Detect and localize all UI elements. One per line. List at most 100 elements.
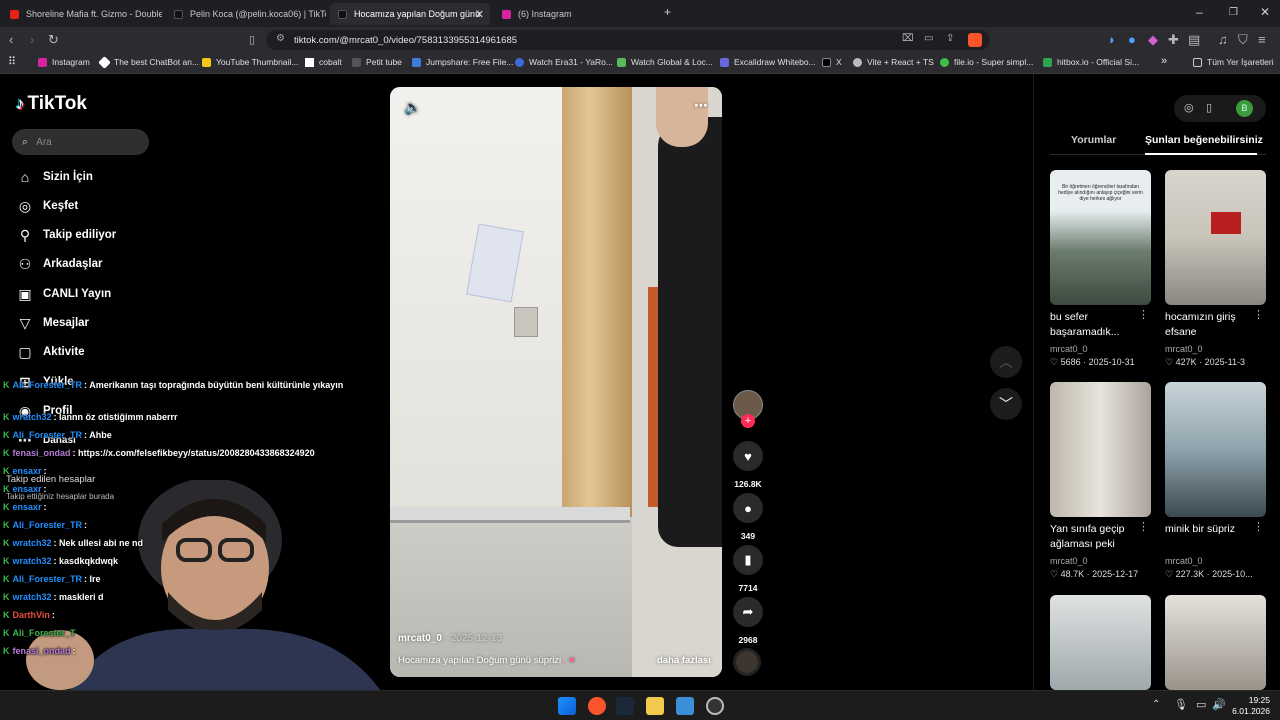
nav-label: Sizin İçin [43,171,93,183]
kick-badge-icon: K [3,380,10,390]
bookmark-jumpshare[interactable]: Jumpshare: Free File... [412,57,513,67]
bookmark-chatbot[interactable]: The best ChatBot an... [98,55,199,69]
bookmark-x[interactable]: X [822,57,842,67]
tab-title: Hocamıza yapılan Doğum günü [354,9,481,19]
chat-message: K Ali_Forester_TR: Ire [3,574,101,584]
card-more-icon[interactable]: ⋮ [1253,308,1264,321]
phone-icon[interactable]: ▯ [1206,101,1212,114]
card-more-icon[interactable]: ⋮ [1138,520,1149,533]
author-avatar[interactable]: + [733,390,763,428]
share-button[interactable]: ➦ 2968 [733,597,763,645]
bookmark-global-local[interactable]: Watch Global & Loc... [617,57,713,67]
nav-live[interactable]: ▣ CANLI Yayın [16,284,111,304]
obs-icon[interactable] [706,697,724,715]
card-user: mrcat0_0 [1050,556,1088,566]
nav-following[interactable]: ⚲ Takip ediliyor [16,225,116,245]
suggestion-card[interactable]: ⋮ hocamızın giriş efsane mrcat0_0 ♡ 427K… [1165,170,1266,368]
search-input[interactable]: ⌕ Ara [12,129,149,155]
all-bookmarks[interactable]: Tüm Yer İşaretleri [1193,57,1274,67]
reload-icon[interactable]: ↻ [48,32,59,48]
bookmark-fileio[interactable]: file.io - Super simpl... [940,57,1033,67]
tiktok-logo[interactable]: ♪ TikTok [16,93,87,115]
comment-button[interactable]: ● 349 [733,493,763,541]
site-info-icon[interactable]: ⚙ [276,33,285,44]
minimize-icon[interactable]: – [1196,5,1203,19]
bookmark-cobalt[interactable]: cobalt [305,57,342,67]
tab-instagram[interactable]: (6) Instagram [494,3,654,25]
suggestion-card[interactable]: ⋮ minik bir süpriz mrcat0_0 ♡ 227.3K · 2… [1165,382,1266,580]
forward-icon[interactable]: › [30,32,34,47]
tab-youtube[interactable]: Shoreline Mafia ft. Gizmo - Double Sh [2,3,162,25]
follow-plus-icon[interactable]: + [741,414,755,428]
bookmark-vite[interactable]: Vite + React + TS [853,57,934,67]
bookmark-petit-tube[interactable]: Petit tube [352,57,402,67]
video-player[interactable]: 🔈 ⋯ mrcat0_0 · 2025-12-13 Hocamıza yapıl… [390,87,722,677]
tab-tiktok-video[interactable]: Hocamıza yapılan Doğum günü ✕ [330,3,490,25]
nav-explore[interactable]: ◎ Keşfet [16,196,78,216]
steam-icon[interactable] [616,697,634,715]
nav-activity[interactable]: ▢ Aktivite [16,342,84,362]
video-more-icon[interactable]: ⋯ [694,97,708,114]
vpn-icon[interactable]: ● [1128,32,1136,47]
tiktok-icon [338,9,347,19]
next-video-button[interactable]: ﹀ [990,388,1022,420]
wallet-icon[interactable]: ◗ [1108,32,1116,47]
card-likes: 5686 [1060,357,1081,367]
card-more-icon[interactable]: ⋮ [1138,308,1149,321]
nav-for-you[interactable]: ⌂ Sizin İçin [16,167,93,187]
video-more-button[interactable]: daha fazlası [657,655,711,666]
sound-disc[interactable] [733,648,763,676]
maximize-icon[interactable]: ❐ [1229,7,1238,18]
new-tab-icon[interactable]: + [664,5,671,19]
tab-tiktok-profile[interactable]: Pelin Koca (@pelin.koca06) | TikTok [166,3,326,25]
chevron-up-icon[interactable]: ⌃ [1152,699,1160,710]
leo-ai-icon[interactable]: ◆ [1148,32,1158,48]
system-clock[interactable]: 19:25 6.01.2026 [1232,695,1270,717]
file-explorer-icon[interactable] [646,697,664,715]
bookmark-page-icon[interactable]: ▯ [249,33,255,46]
window-close-icon[interactable]: ✕ [1260,5,1270,19]
brave-shields-icon[interactable] [968,33,982,47]
reader-mode-icon[interactable]: ⌧ [902,33,914,44]
brave-browser-icon[interactable] [588,697,606,715]
like-button[interactable]: ♥ 126.8K [733,441,763,489]
bookmark-hitbox[interactable]: hitbox.io - Official Si... [1043,57,1139,67]
tab-suggestions[interactable]: Şunları beğenebilirsiniz [1145,134,1263,146]
bookmark-thumbnail[interactable]: YouTube Thumbnail... [202,57,298,67]
nav-messages[interactable]: ▽ Mesajlar [16,313,89,333]
windows-start-icon[interactable] [558,697,576,715]
bookmark-instagram[interactable]: Instagram [38,57,90,67]
extensions-icon[interactable]: ✚ [1168,32,1179,48]
heart-outline-icon: ♡ [1165,569,1176,579]
suggestion-card[interactable]: Bir öğretmen öğrencileri tarafından hedi… [1050,170,1151,368]
back-icon[interactable]: ‹ [9,32,13,47]
tab-comments[interactable]: Yorumlar [1071,134,1116,146]
card-more-icon[interactable]: ⋮ [1253,520,1264,533]
more-bookmarks-icon[interactable]: » [1161,55,1167,67]
close-tab-icon[interactable]: ✕ [475,8,484,21]
suggestion-card[interactable]: ⋮ Yan sınıfa geçip ağlaması peki mrcat0_… [1050,382,1151,580]
address-bar[interactable]: ⚙ tiktok.com/@mrcat0_0/video/75831339553… [266,30,990,50]
speaker-icon[interactable]: 🔊 [1212,698,1226,711]
network-icon[interactable]: ▭ [1196,698,1206,711]
sidebar-icon[interactable]: ▤ [1188,32,1200,48]
store-icon[interactable] [676,697,694,715]
suggestion-card[interactable] [1050,595,1151,690]
previous-video-button[interactable]: ︿ [990,346,1022,378]
apps-icon[interactable]: ⠿ [8,55,16,68]
bookmark-era31[interactable]: Watch Era31 - YaRo... [515,57,613,67]
volume-icon[interactable]: 🔈 [404,99,421,116]
menu-icon[interactable]: ≡ [1258,32,1266,47]
media-icon[interactable]: ♫ [1218,32,1228,47]
nav-friends[interactable]: ⚇ Arkadaşlar [16,254,103,274]
shield-icon[interactable]: ⛉ [1238,32,1248,48]
user-plus-icon: ⚲ [19,226,31,243]
microphone-icon[interactable]: 🎙 [1174,698,1188,711]
compass-icon[interactable]: ◎ [1184,101,1194,114]
suggestion-card[interactable] [1165,595,1266,690]
bookmark-excalidraw[interactable]: Excalidraw Whitebo... [720,57,816,67]
share-icon[interactable]: ⇪ [946,33,954,44]
user-avatar[interactable]: B [1236,100,1253,117]
save-button[interactable]: ▮ 7714 [733,545,763,593]
cast-icon[interactable]: ▭ [924,33,933,44]
